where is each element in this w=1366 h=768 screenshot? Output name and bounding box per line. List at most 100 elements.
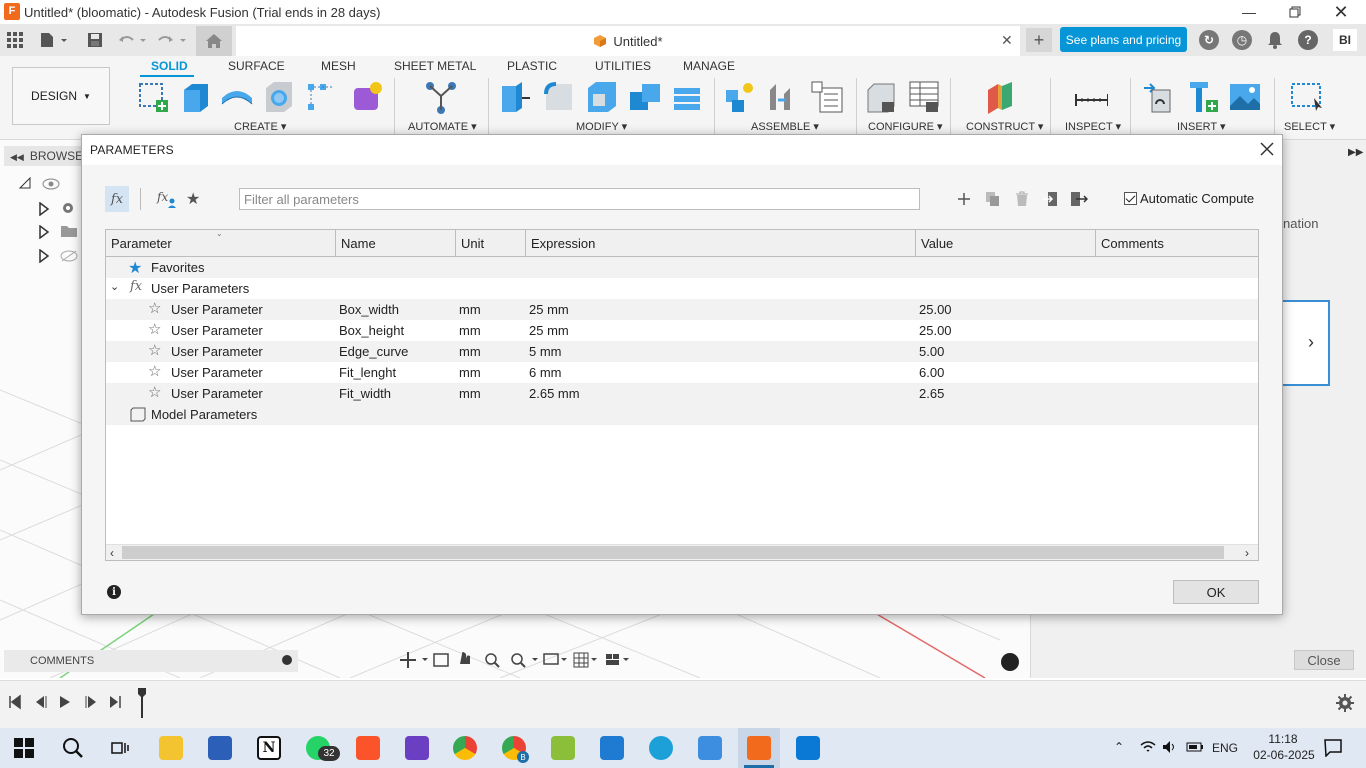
- create-group-menu[interactable]: CREATE ▾: [234, 120, 286, 133]
- file-explorer-icon[interactable]: [159, 736, 183, 760]
- extrude-icon[interactable]: [178, 80, 212, 114]
- browser-tree-root-toggle[interactable]: [18, 176, 32, 190]
- automate-group-menu[interactable]: AUTOMATE ▾: [408, 120, 477, 133]
- cell-expression[interactable]: 25 mm: [529, 302, 569, 317]
- favorite-star-icon[interactable]: ☆: [148, 301, 164, 317]
- pattern-icon[interactable]: [306, 80, 340, 114]
- timeline-settings-gear-icon[interactable]: [1336, 694, 1354, 712]
- filter-user-parameters-icon[interactable]: fx: [156, 188, 178, 210]
- battery-icon[interactable]: [1186, 741, 1204, 753]
- chrome-icon[interactable]: [453, 736, 477, 760]
- undo-icon[interactable]: [116, 30, 148, 50]
- cell-expression[interactable]: 25 mm: [529, 323, 569, 338]
- cell-expression[interactable]: 6 mm: [529, 365, 562, 380]
- delete-parameter-icon[interactable]: [1012, 189, 1032, 209]
- document-tab-close-icon[interactable]: ✕: [1001, 32, 1013, 49]
- user-parameters-group-row[interactable]: ⌄ fx User Parameters: [106, 278, 1258, 299]
- add-comment-icon[interactable]: [282, 655, 292, 665]
- task-view-icon[interactable]: [110, 738, 130, 758]
- scroll-left-icon[interactable]: ‹: [110, 546, 114, 560]
- cell-expression[interactable]: 5 mm: [529, 344, 562, 359]
- file-menu-icon[interactable]: [38, 30, 70, 50]
- windows-start-icon[interactable]: [14, 738, 34, 758]
- cell-unit[interactable]: mm: [459, 344, 481, 359]
- cell-name[interactable]: Fit_lenght: [339, 365, 396, 380]
- insert-canvas-icon[interactable]: [1228, 80, 1262, 114]
- table-row[interactable]: ☆ User Parameter Fit_lenght mm 6 mm 6.00: [106, 362, 1258, 383]
- tab-surface[interactable]: SURFACE: [228, 59, 285, 73]
- fusion-taskbar-active[interactable]: [738, 728, 780, 768]
- fillet-icon[interactable]: [542, 80, 576, 114]
- configuration-table-icon[interactable]: [906, 80, 940, 114]
- shell-icon[interactable]: [584, 80, 618, 114]
- cell-name[interactable]: Box_width: [339, 302, 399, 317]
- tab-mesh[interactable]: MESH: [321, 59, 356, 73]
- workspace-switcher[interactable]: DESIGN ▼: [12, 67, 110, 125]
- press-pull-icon[interactable]: [498, 80, 532, 114]
- configure-group-menu[interactable]: CONFIGURE ▾: [868, 120, 943, 133]
- dialog-close-icon[interactable]: [1258, 140, 1276, 158]
- tab-solid[interactable]: SOLID: [151, 59, 188, 73]
- tab-plastic[interactable]: PLASTIC: [507, 59, 557, 73]
- copy-parameter-icon[interactable]: [983, 189, 1003, 209]
- modify-group-menu[interactable]: MODIFY ▾: [576, 120, 627, 133]
- favorite-star-icon[interactable]: ☆: [148, 322, 164, 338]
- chevron-down-icon[interactable]: ⌄: [110, 280, 119, 293]
- bill-of-materials-icon[interactable]: [810, 80, 844, 114]
- column-header-comments[interactable]: Comments: [1096, 230, 1258, 257]
- clock-time[interactable]: 11:18: [1258, 732, 1308, 746]
- export-parameters-icon[interactable]: [1069, 189, 1089, 209]
- tab-utilities[interactable]: UTILITIES: [595, 59, 651, 73]
- table-row[interactable]: ☆ User Parameter Box_height mm 25 mm 25.…: [106, 320, 1258, 341]
- model-parameters-group-row[interactable]: Model Parameters: [106, 404, 1258, 425]
- browser-expand-icon[interactable]: [38, 225, 50, 239]
- insert-mcmaster-icon[interactable]: [1186, 80, 1220, 114]
- create-sketch-icon[interactable]: [136, 80, 170, 114]
- table-row[interactable]: ☆ User Parameter Fit_width mm 2.65 mm 2.…: [106, 383, 1258, 404]
- construct-group-menu[interactable]: CONSTRUCT ▾: [966, 120, 1043, 133]
- info-icon[interactable]: i: [107, 585, 121, 599]
- window-close-icon[interactable]: ✕: [1318, 0, 1364, 24]
- expand-right-icon[interactable]: ▶▶: [1348, 147, 1363, 158]
- favorite-star-icon[interactable]: ☆: [148, 385, 164, 401]
- automate-icon[interactable]: [424, 80, 458, 114]
- collapse-left-icon[interactable]: ◀◀: [10, 152, 24, 162]
- import-parameters-icon[interactable]: [1041, 189, 1061, 209]
- help-icon[interactable]: ?: [1298, 30, 1318, 50]
- favorite-star-icon[interactable]: ☆: [148, 343, 164, 359]
- ok-button[interactable]: OK: [1173, 580, 1259, 604]
- column-header-value[interactable]: Value: [916, 230, 1096, 257]
- cell-name[interactable]: Edge_curve: [339, 344, 408, 359]
- viewcube-home-icon[interactable]: [1001, 653, 1019, 671]
- arduino-icon[interactable]: [796, 736, 820, 760]
- cell-expression[interactable]: 2.65 mm: [529, 386, 580, 401]
- tab-manage[interactable]: MANAGE: [683, 59, 735, 73]
- cell-unit[interactable]: mm: [459, 302, 481, 317]
- panel-close-button[interactable]: Close: [1294, 650, 1354, 670]
- configure-icon[interactable]: [864, 80, 898, 114]
- cell-unit[interactable]: mm: [459, 323, 481, 338]
- create-form-icon[interactable]: [350, 80, 384, 114]
- measure-icon[interactable]: [1074, 80, 1108, 114]
- notification-center-icon[interactable]: [1324, 739, 1342, 757]
- inspect-group-menu[interactable]: INSPECT ▾: [1065, 120, 1121, 133]
- tab-sheet-metal[interactable]: SHEET METAL: [394, 59, 476, 73]
- document-tab[interactable]: Untitled*: [236, 26, 1020, 56]
- filter-parameters-input[interactable]: [239, 188, 920, 210]
- table-row[interactable]: ☆ User Parameter Edge_curve mm 5 mm 5.00: [106, 341, 1258, 362]
- assemble-group-menu[interactable]: ASSEMBLE ▾: [751, 120, 819, 133]
- hole-icon[interactable]: [262, 80, 296, 114]
- column-header-unit[interactable]: Unit: [456, 230, 526, 257]
- cell-name[interactable]: Fit_width: [339, 386, 391, 401]
- eye-icon[interactable]: [42, 178, 60, 190]
- save-icon[interactable]: [84, 30, 106, 50]
- see-plans-button[interactable]: See plans and pricing: [1060, 27, 1187, 52]
- cell-unit[interactable]: mm: [459, 386, 481, 401]
- minimize-icon[interactable]: —: [1226, 0, 1272, 24]
- combine-icon[interactable]: [628, 80, 662, 114]
- revolve-icon[interactable]: [220, 80, 254, 114]
- insert-derive-icon[interactable]: [1142, 80, 1176, 114]
- user-avatar[interactable]: BI: [1333, 29, 1357, 51]
- app-grid-icon[interactable]: [4, 30, 26, 50]
- add-parameter-icon[interactable]: [954, 189, 974, 209]
